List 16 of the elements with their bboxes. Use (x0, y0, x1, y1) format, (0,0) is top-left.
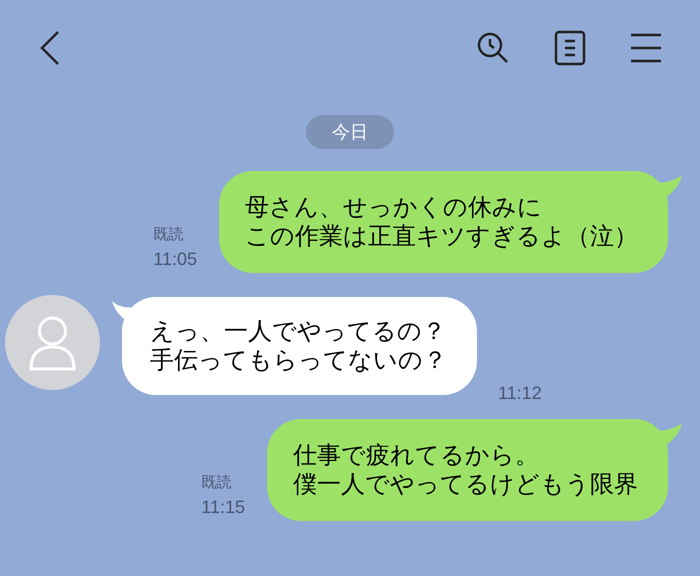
message-time: 11:12 (498, 382, 542, 405)
search-icon[interactable] (476, 30, 510, 64)
message-time: 11:05 (153, 248, 197, 271)
read-receipt: 既読 (201, 473, 232, 493)
message-text: 母さん、せっかくの休みに (245, 193, 542, 222)
message-text: 僕一人でやってるけどもう限界 (293, 470, 638, 499)
menu-icon[interactable] (630, 32, 662, 62)
message-text: 手伝ってもらってないの？ (150, 346, 447, 375)
message-text: 仕事で疲れてるから。 (293, 441, 539, 470)
message-text: この作業は正直キツすぎるよ（泣） (245, 222, 638, 251)
read-receipt: 既読 (153, 225, 184, 245)
message-text: えっ、一人でやってるの？ (150, 317, 446, 346)
date-label: 今日 (306, 115, 394, 149)
message-time: 11:15 (201, 496, 245, 519)
notes-icon[interactable] (554, 30, 586, 66)
back-icon[interactable] (40, 30, 60, 64)
